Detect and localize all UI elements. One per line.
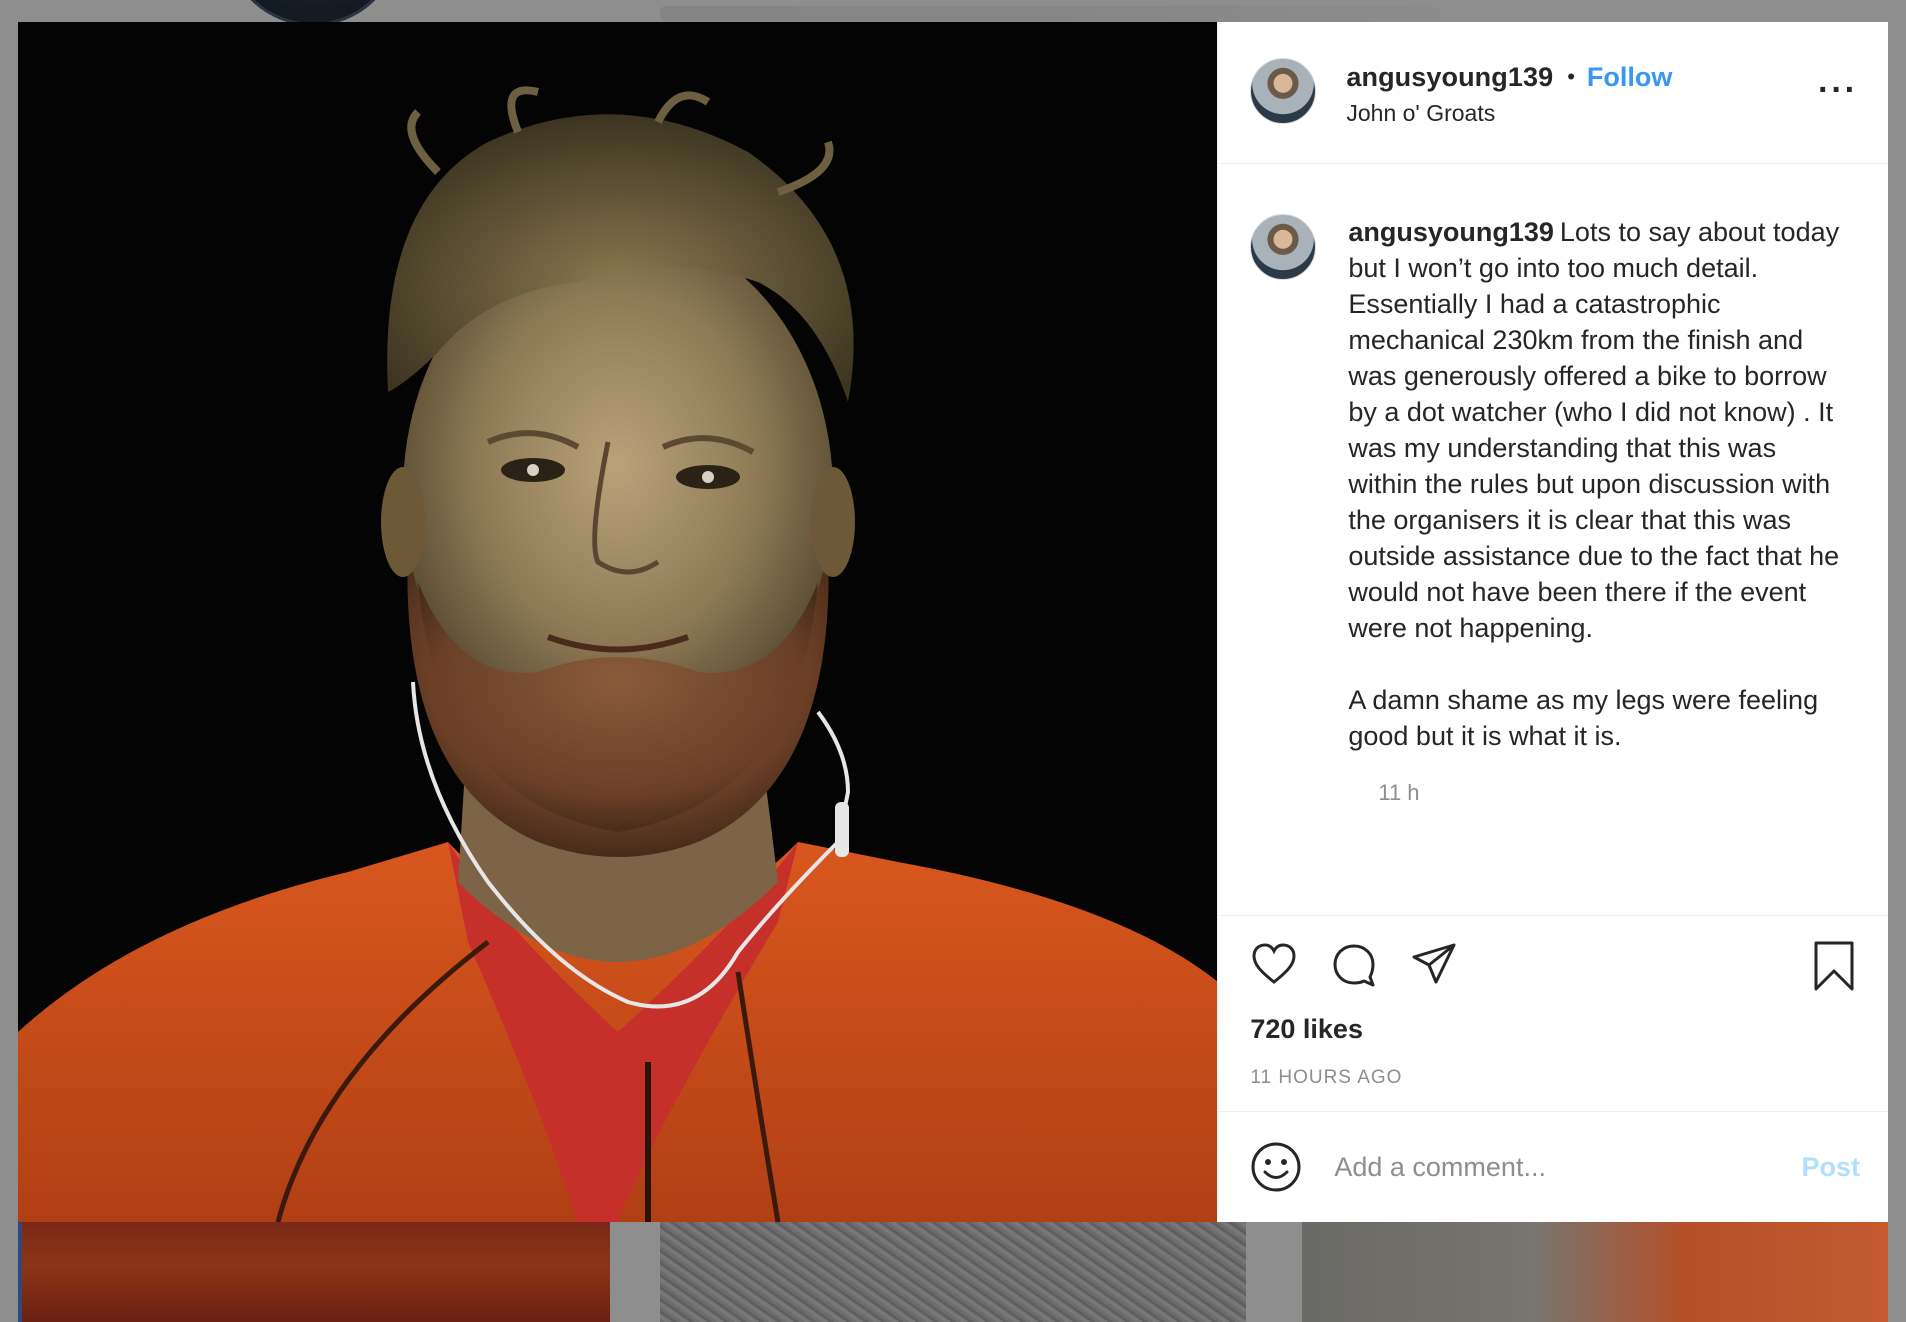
action-icons	[1250, 936, 1860, 992]
post-timestamp[interactable]: 11 HOURS AGO	[1250, 1067, 1860, 1089]
share-icon[interactable]	[1410, 940, 1458, 988]
likes-count[interactable]: 720 likes	[1250, 1014, 1860, 1045]
post-header: angusyoung139 • Follow John o' Groats ··…	[1218, 22, 1888, 164]
post-actions: 720 likes 11 HOURS AGO	[1218, 916, 1888, 1112]
comments-section: angusyoung139 Lots to say about today but…	[1218, 164, 1888, 916]
post-details-panel: angusyoung139 • Follow John o' Groats ··…	[1217, 22, 1888, 1222]
caption-author-avatar[interactable]	[1250, 214, 1317, 280]
author-row: angusyoung139 • Follow	[1346, 58, 1672, 96]
post-modal: angusyoung139 • Follow John o' Groats ··…	[18, 22, 1888, 1222]
comment-input[interactable]	[1332, 1150, 1802, 1184]
add-comment-bar: Post	[1218, 1112, 1888, 1222]
caption-username[interactable]: angusyoung139	[1348, 217, 1554, 247]
more-options-icon[interactable]: ···	[1818, 73, 1858, 107]
caption-paragraph-1: Lots to say about today but I won’t go i…	[1348, 217, 1840, 643]
post-location[interactable]: John o' Groats	[1346, 100, 1672, 127]
post-caption: angusyoung139 Lots to say about today but…	[1348, 214, 1848, 754]
smiley-icon[interactable]	[1250, 1141, 1302, 1193]
author-info: angusyoung139 • Follow John o' Groats	[1346, 58, 1672, 127]
background-post-thumbnail[interactable]	[18, 1222, 610, 1322]
heart-icon[interactable]	[1250, 940, 1298, 988]
caption-time: 11 h	[1378, 780, 1420, 805]
background-post-thumbnail[interactable]	[1302, 1222, 1888, 1322]
comment-icon[interactable]	[1330, 940, 1378, 988]
background-bio-text	[660, 6, 1440, 22]
author-username[interactable]: angusyoung139	[1346, 62, 1553, 93]
background-post-thumbnail[interactable]	[660, 1222, 1246, 1322]
post-photo[interactable]	[18, 22, 1218, 1222]
bookmark-icon[interactable]	[1810, 940, 1858, 992]
caption-row: angusyoung139 Lots to say about today but…	[1250, 214, 1860, 754]
post-comment-button[interactable]: Post	[1801, 1152, 1860, 1183]
caption-paragraph-2: A damn shame as my legs were feeling goo…	[1348, 685, 1819, 751]
author-avatar[interactable]	[1250, 58, 1317, 124]
follow-button[interactable]: Follow	[1587, 62, 1672, 93]
separator-dot: •	[1567, 64, 1575, 89]
selfie-image	[18, 22, 1218, 1222]
